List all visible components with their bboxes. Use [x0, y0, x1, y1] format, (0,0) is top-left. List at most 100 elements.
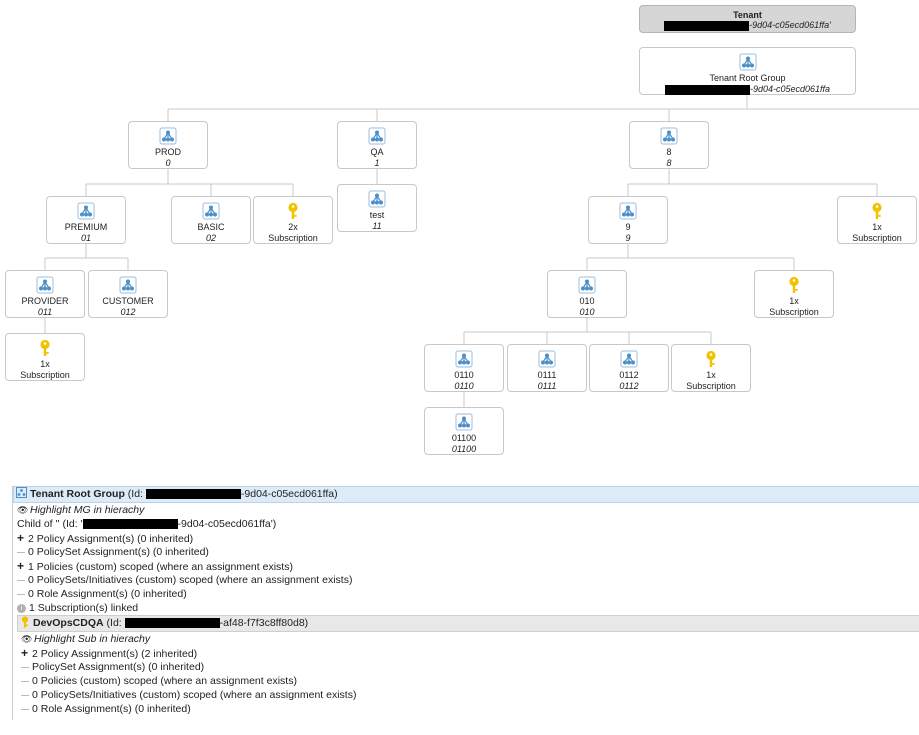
highlight-mg-link[interactable]: 👁 Highlight MG in hierachy	[13, 503, 919, 517]
dash-icon	[21, 694, 29, 696]
mg-details-id-suffix: -9d04-c05ecd061ffa)	[240, 488, 338, 500]
mg-node-name: 0110	[454, 370, 474, 380]
tenant-id: -9d04-c05ecd061ffa'	[640, 20, 855, 31]
management-group-tree: Tenant -9d04-c05ecd061ffa' Tenant Root G…	[0, 0, 919, 470]
mg-policysets-custom: 0 PolicySets/Initiatives (custom) scoped…	[28, 574, 353, 586]
mg-node-id: 012	[120, 307, 136, 317]
management-group-icon	[202, 202, 220, 220]
redaction-bar	[664, 20, 750, 31]
management-group-icon	[538, 350, 556, 368]
mg-node-id: 011	[37, 307, 53, 317]
child-of-prefix: Child of '' (Id: '	[17, 518, 83, 530]
sub-policies-custom: 0 Policies (custom) scoped (where an ass…	[32, 675, 297, 687]
mg-node-name: 9	[625, 222, 631, 232]
info-icon: i	[17, 603, 26, 613]
subscription-count: 1x	[872, 222, 882, 232]
mg-node-id: 11	[372, 221, 382, 231]
mg-subscriptions-linked-row: i1 Subscription(s) linked	[13, 601, 919, 615]
child-of-suffix: -9d04-c05ecd061ffa')	[177, 518, 277, 530]
dash-icon	[21, 666, 29, 668]
mg-node-01100[interactable]: 01100 01100	[424, 407, 504, 455]
sub-details-title: DevOpsCDQA	[33, 617, 104, 629]
mg-node-name: 8	[666, 147, 672, 157]
tenant-node[interactable]: Tenant -9d04-c05ecd061ffa'	[639, 5, 856, 33]
mg-node-premium[interactable]: PREMIUM 01	[46, 196, 126, 244]
mg-node-0111[interactable]: 0111 0111	[507, 344, 587, 392]
mg-node-tenant-root-group[interactable]: Tenant Root Group -9d04-c05ecd061ffa	[639, 47, 856, 95]
mg-node-basic[interactable]: BASIC 02	[171, 196, 251, 244]
mg-node-name: 0112	[619, 370, 639, 380]
management-group-icon	[660, 127, 678, 145]
mg-node-id: 8	[666, 158, 672, 168]
key-icon	[789, 276, 799, 293]
subscription-node-prod[interactable]: 2x Subscription	[253, 196, 333, 244]
mg-policies-custom: 1 Policies (custom) scoped (where an ass…	[28, 561, 293, 573]
child-of-row: Child of '' (Id: ' -9d04-c05ecd061ffa')	[13, 517, 919, 531]
mg-role-assignments: 0 Role Assignment(s) (0 inherited)	[28, 588, 187, 600]
details-panel: Tenant Root Group (Id: -9d04-c05ecd061ff…	[12, 486, 919, 720]
highlight-sub-link[interactable]: 👁 Highlight Sub in hierachy	[13, 632, 919, 646]
subscription-node-010[interactable]: 1x Subscription	[671, 344, 751, 392]
mg-node-name: 010	[579, 296, 595, 306]
mg-node-id: 0111	[537, 381, 557, 391]
management-group-icon	[77, 202, 95, 220]
management-group-icon	[119, 276, 137, 294]
mg-node-8[interactable]: 88	[629, 121, 709, 169]
dash-icon	[21, 708, 29, 710]
mg-node-0110[interactable]: 0110 0110	[424, 344, 504, 392]
management-group-icon	[36, 276, 54, 294]
tenant-title: Tenant	[733, 10, 762, 20]
mg-node-010[interactable]: 010 010	[547, 270, 627, 318]
mg-node-id: 0110	[454, 381, 474, 391]
mg-node-id: -9d04-c05ecd061ffa	[640, 84, 855, 95]
mg-node-9[interactable]: 99	[588, 196, 668, 244]
mg-node-name: PROVIDER	[21, 296, 69, 306]
mg-policies-custom-row[interactable]: +1 Policies (custom) scoped (where an as…	[13, 559, 919, 573]
mg-node-name: PROD	[154, 147, 181, 157]
management-group-icon	[159, 127, 177, 145]
management-group-icon	[620, 350, 638, 368]
mg-node-id: 0	[165, 158, 171, 168]
mg-node-provider[interactable]: PROVIDER 011	[5, 270, 85, 318]
sub-policies-custom-row: 0 Policies (custom) scoped (where an ass…	[13, 674, 919, 688]
subscription-node-provider[interactable]: 1x Subscription	[5, 333, 85, 381]
tenant-id-suffix: -9d04-c05ecd061ffa'	[749, 20, 831, 30]
key-icon	[40, 339, 50, 356]
mg-policyset-assignments: 0 PolicySet Assignment(s) (0 inherited)	[28, 546, 209, 558]
subscription-label: Subscription	[20, 370, 70, 380]
subscription-node-8[interactable]: 1x Subscription	[837, 196, 917, 244]
sub-role-assignments: 0 Role Assignment(s) (0 inherited)	[32, 703, 191, 715]
mg-node-qa[interactable]: QA 1	[337, 121, 417, 169]
subscription-count: 1x	[706, 370, 716, 380]
mg-node-id-suffix: -9d04-c05ecd061ffa	[749, 84, 831, 94]
sub-details-header[interactable]: DevOpsCDQA (Id: -af48-f7f3c8ff80d8)	[17, 615, 919, 632]
mg-policy-assignments-row[interactable]: +2 Policy Assignment(s) (0 inherited)	[13, 531, 919, 545]
eye-icon: 👁	[21, 634, 33, 644]
sub-policy-assignments-row[interactable]: +2 Policy Assignment(s) (2 inherited)	[13, 646, 919, 660]
mg-node-name: 0111	[537, 370, 557, 380]
mg-details-header[interactable]: Tenant Root Group (Id: -9d04-c05ecd061ff…	[13, 486, 919, 503]
redaction-bar	[145, 489, 241, 500]
expand-plus-icon[interactable]: +	[21, 646, 30, 660]
mg-node-customer[interactable]: CUSTOMER 012	[88, 270, 168, 318]
mg-node-name: PREMIUM	[64, 222, 108, 232]
mg-node-prod[interactable]: PROD 0	[128, 121, 208, 169]
expand-plus-icon[interactable]: +	[17, 531, 26, 545]
mg-node-test[interactable]: test 11	[337, 184, 417, 232]
key-icon	[21, 616, 29, 628]
sub-policysets-custom-row: 0 PolicySets/Initiatives (custom) scoped…	[13, 688, 919, 702]
key-icon	[872, 202, 882, 219]
mg-details-id-prefix: (Id:	[127, 488, 146, 500]
subscription-count: 2x	[288, 222, 298, 232]
mg-policysets-custom-row: 0 PolicySets/Initiatives (custom) scoped…	[13, 573, 919, 587]
sub-policyset-assignments-row: PolicySet Assignment(s) (0 inherited)	[13, 660, 919, 674]
expand-plus-icon[interactable]: +	[17, 559, 26, 573]
subscription-node-9[interactable]: 1x Subscription	[754, 270, 834, 318]
subscription-label: Subscription	[268, 233, 318, 243]
dash-icon	[17, 593, 25, 595]
management-group-icon	[578, 276, 596, 294]
mg-node-id: 02	[205, 233, 216, 243]
key-icon	[706, 350, 716, 367]
management-group-icon	[455, 350, 473, 368]
mg-node-0112[interactable]: 0112 0112	[589, 344, 669, 392]
